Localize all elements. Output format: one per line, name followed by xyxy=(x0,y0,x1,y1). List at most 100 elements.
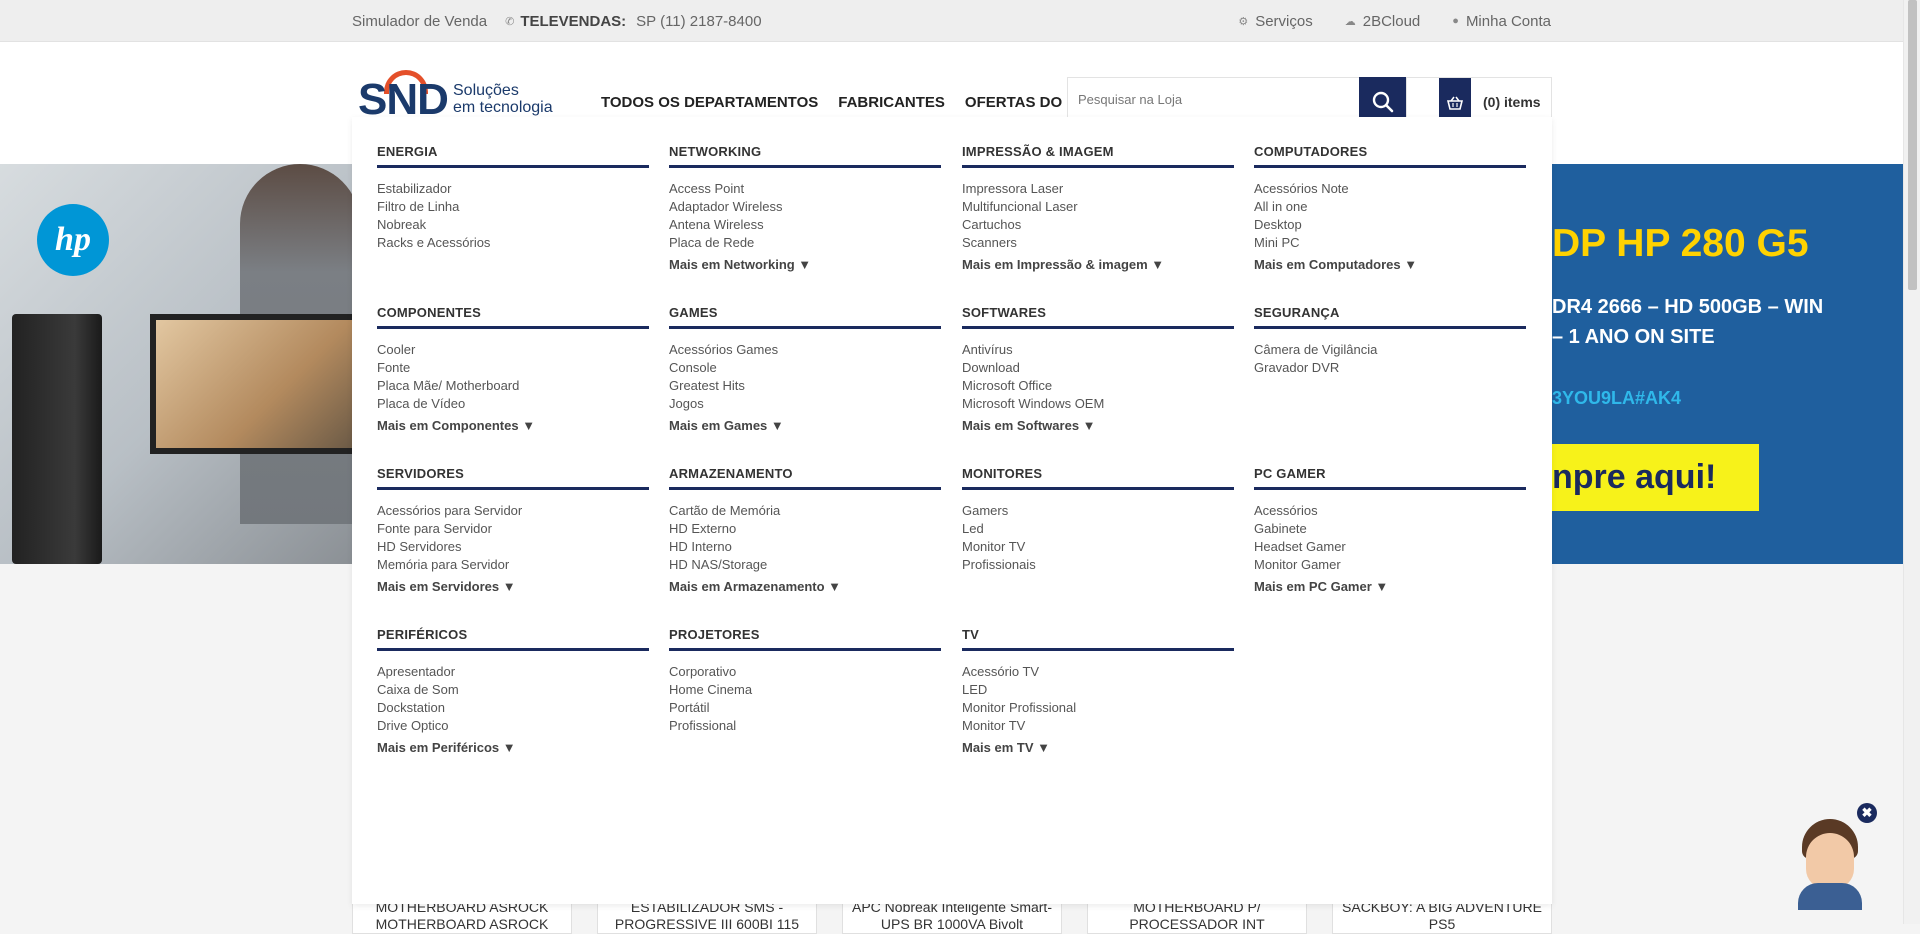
category-item[interactable]: Memória para Servidor xyxy=(377,556,649,574)
category-more-link[interactable]: Mais em Games ▼ xyxy=(669,418,941,433)
category-item[interactable]: Monitor Gamer xyxy=(1254,556,1526,574)
category-item[interactable]: Filtro de Linha xyxy=(377,198,649,216)
category-more-link[interactable]: Mais em PC Gamer ▼ xyxy=(1254,579,1526,594)
category-title[interactable]: TV xyxy=(962,627,1234,651)
category-item[interactable]: Dockstation xyxy=(377,699,649,717)
category-item[interactable]: Apresentador xyxy=(377,663,649,681)
category-item[interactable]: Home Cinema xyxy=(669,681,941,699)
category-item[interactable]: Portátil xyxy=(669,699,941,717)
chat-close-button[interactable]: ✖ xyxy=(1857,803,1877,823)
category-item[interactable]: Antena Wireless xyxy=(669,216,941,234)
category-item[interactable]: Profissionais xyxy=(962,556,1234,574)
category-item[interactable]: Nobreak xyxy=(377,216,649,234)
category-title[interactable]: COMPONENTES xyxy=(377,305,649,329)
category-item[interactable]: Cooler xyxy=(377,341,649,359)
category-item[interactable]: Monitor TV xyxy=(962,538,1234,556)
category-more-link[interactable]: Mais em Servidores ▼ xyxy=(377,579,649,594)
hero-buy-button[interactable]: npre aqui! xyxy=(1552,444,1759,511)
category-item[interactable]: Fonte para Servidor xyxy=(377,520,649,538)
category-item[interactable]: Drive Optico xyxy=(377,717,649,735)
category-item[interactable]: Placa Mãe/ Motherboard xyxy=(377,377,649,395)
category-item[interactable]: Racks e Acessórios xyxy=(377,234,649,252)
category-title[interactable]: IMPRESSÃO & IMAGEM xyxy=(962,144,1234,168)
category-title[interactable]: ARMAZENAMENTO xyxy=(669,466,941,490)
category-title[interactable]: PC GAMER xyxy=(1254,466,1526,490)
category-item[interactable]: Monitor Profissional xyxy=(962,699,1234,717)
category-item[interactable]: Acessórios para Servidor xyxy=(377,502,649,520)
category-more-link[interactable]: Mais em Softwares ▼ xyxy=(962,418,1234,433)
category-item[interactable]: Acessórios xyxy=(1254,502,1526,520)
category-item[interactable]: Microsoft Office xyxy=(962,377,1234,395)
category-item[interactable]: Antivírus xyxy=(962,341,1234,359)
category-item[interactable]: Placa de Vídeo xyxy=(377,395,649,413)
category-item[interactable]: Acessórios Note xyxy=(1254,180,1526,198)
services-link[interactable]: ⚙ Serviços xyxy=(1238,13,1312,30)
category-title[interactable]: MONITORES xyxy=(962,466,1234,490)
category-item[interactable]: Cartuchos xyxy=(962,216,1234,234)
category-item[interactable]: Impressora Laser xyxy=(962,180,1234,198)
category-title[interactable]: SERVIDORES xyxy=(377,466,649,490)
category-item[interactable]: Corporativo xyxy=(669,663,941,681)
category-title[interactable]: GAMES xyxy=(669,305,941,329)
scrollbar-thumb[interactable] xyxy=(1908,0,1917,290)
category-item[interactable]: Access Point xyxy=(669,180,941,198)
category-item[interactable]: Jogos xyxy=(669,395,941,413)
category-title[interactable]: SEGURANÇA xyxy=(1254,305,1526,329)
category-more-link[interactable]: Mais em Componentes ▼ xyxy=(377,418,649,433)
my-account-link[interactable]: ● Minha Conta xyxy=(1452,13,1551,30)
category-item[interactable]: Greatest Hits xyxy=(669,377,941,395)
category-item[interactable]: Acessório TV xyxy=(962,663,1234,681)
category-item[interactable]: All in one xyxy=(1254,198,1526,216)
category-item[interactable]: Scanners xyxy=(962,234,1234,252)
snd-logo[interactable]: SND Soluções em tecnologia xyxy=(358,66,568,122)
category-item[interactable]: Estabilizador xyxy=(377,180,649,198)
category-item[interactable]: Fonte xyxy=(377,359,649,377)
category-item[interactable]: Monitor TV xyxy=(962,717,1234,735)
category-item[interactable]: HD Interno xyxy=(669,538,941,556)
hero-promo-panel[interactable]: DP HP 280 G5 DR4 2666 – HD 500GB – WIN –… xyxy=(1552,164,1903,564)
category-item[interactable]: Gamers xyxy=(962,502,1234,520)
category-item[interactable]: Adaptador Wireless xyxy=(669,198,941,216)
chat-assistant-avatar[interactable] xyxy=(1796,815,1866,910)
category-item[interactable]: Led xyxy=(962,520,1234,538)
sales-simulator-link[interactable]: Simulador de Venda xyxy=(352,13,487,30)
category-item[interactable]: Headset Gamer xyxy=(1254,538,1526,556)
category-item[interactable]: HD Externo xyxy=(669,520,941,538)
page-scrollbar[interactable] xyxy=(1903,0,1920,924)
category-item[interactable]: LED xyxy=(962,681,1234,699)
search-input[interactable] xyxy=(1078,92,1348,107)
category-more-link[interactable]: Mais em Impressão & imagem ▼ xyxy=(962,257,1234,272)
category-more-link[interactable]: Mais em Armazenamento ▼ xyxy=(669,579,941,594)
category-item[interactable]: Multifuncional Laser xyxy=(962,198,1234,216)
category-item[interactable]: Cartão de Memória xyxy=(669,502,941,520)
category-item[interactable]: Caixa de Som xyxy=(377,681,649,699)
category-title[interactable]: ENERGIA xyxy=(377,144,649,168)
category-item[interactable]: Console xyxy=(669,359,941,377)
category-item[interactable]: Gravador DVR xyxy=(1254,359,1526,377)
nav-manufacturers[interactable]: FABRICANTES xyxy=(838,94,945,111)
category-more-link[interactable]: Mais em Periféricos ▼ xyxy=(377,740,649,755)
category-item[interactable]: Desktop xyxy=(1254,216,1526,234)
category-item[interactable]: Acessórios Games xyxy=(669,341,941,359)
category-item[interactable]: Gabinete xyxy=(1254,520,1526,538)
category-title[interactable]: SOFTWARES xyxy=(962,305,1234,329)
category-item[interactable]: Mini PC xyxy=(1254,234,1526,252)
category-more-link[interactable]: Mais em Networking ▼ xyxy=(669,257,941,272)
category-item[interactable]: HD NAS/Storage xyxy=(669,556,941,574)
category-item[interactable]: Download xyxy=(962,359,1234,377)
category-more-link[interactable]: Mais em Computadores ▼ xyxy=(1254,257,1526,272)
category-title[interactable]: PERIFÉRICOS xyxy=(377,627,649,651)
2bcloud-link[interactable]: ☁ 2BCloud xyxy=(1345,13,1421,30)
category-title[interactable]: COMPUTADORES xyxy=(1254,144,1526,168)
category-item[interactable]: Placa de Rede xyxy=(669,234,941,252)
category-item[interactable]: Profissional xyxy=(669,717,941,735)
category-more-link[interactable]: Mais em TV ▼ xyxy=(962,740,1234,755)
category-item[interactable]: Microsoft Windows OEM xyxy=(962,395,1234,413)
category-title[interactable]: NETWORKING xyxy=(669,144,941,168)
hero-monitor xyxy=(150,314,360,454)
category-item[interactable]: Câmera de Vigilância xyxy=(1254,341,1526,359)
category-item[interactable]: HD Servidores xyxy=(377,538,649,556)
category-games: GAMES Acessórios Games Console Greatest … xyxy=(669,305,941,433)
nav-all-departments[interactable]: TODOS OS DEPARTAMENTOS xyxy=(601,94,818,111)
category-title[interactable]: PROJETORES xyxy=(669,627,941,651)
